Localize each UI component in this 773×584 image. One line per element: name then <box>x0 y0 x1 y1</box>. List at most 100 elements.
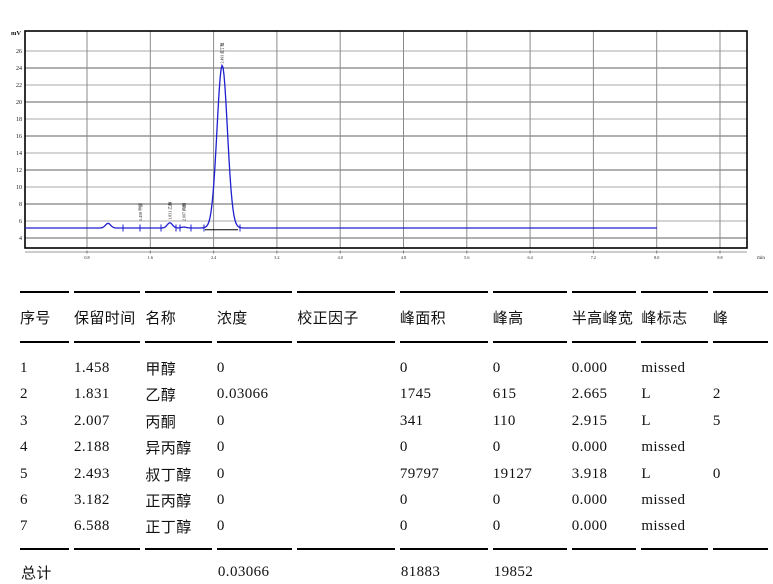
table-cell: 3.918 <box>572 461 637 487</box>
grid-lines: 262422201816141210864 <box>16 31 747 248</box>
table-cell: 异丙醇 <box>145 434 212 460</box>
table-cell: 1 <box>20 343 69 382</box>
total-cell: 总计 <box>20 548 69 584</box>
table-cell: 7 <box>20 514 69 549</box>
column-header: 保留时间 <box>74 291 140 343</box>
table-cell: 0 <box>493 343 567 382</box>
table-row: 11.458甲醇0000.000missed <box>20 343 768 382</box>
y-axis-unit-label: mV <box>11 30 21 37</box>
table-cell: 正丙醇 <box>145 487 212 513</box>
table-cell: 0 <box>400 343 488 382</box>
x-tick-label: 4.0 <box>338 255 343 260</box>
table-cell <box>297 382 395 408</box>
total-cell: 19852 <box>493 548 567 584</box>
table-cell: L <box>641 408 708 434</box>
table-row: 76.588正丁醇0000.000missed <box>20 514 768 549</box>
table-cell: 5 <box>20 461 69 487</box>
column-header: 名称 <box>145 291 212 343</box>
table-cell: 0.000 <box>572 514 637 549</box>
x-tick-label: 4.8 <box>401 255 406 260</box>
table-cell: 0.000 <box>572 343 637 382</box>
table-cell <box>713 487 768 513</box>
table-cell: 0 <box>217 408 292 434</box>
table-cell: 0 <box>217 343 292 382</box>
table-row: 32.007丙酮03411102.915L5 <box>20 408 768 434</box>
peak-rt-label: 2.493 叔丁醇 <box>220 42 225 63</box>
table-header-row: 序号保留时间名称浓度校正因子峰面积峰高半高峰宽峰标志峰 <box>20 291 768 343</box>
column-header: 峰高 <box>493 291 567 343</box>
table-row: 21.831乙醇0.0306617456152.665L2 <box>20 382 768 408</box>
table-cell <box>297 434 395 460</box>
total-cell <box>74 548 140 584</box>
table-cell: 2.915 <box>572 408 637 434</box>
table-cell: 19127 <box>493 461 567 487</box>
table-cell: 丙酮 <box>145 408 212 434</box>
x-axis-unit-label: min <box>757 256 765 261</box>
y-tick-label: 20 <box>16 100 22 106</box>
x-tick-label: 2.4 <box>211 255 217 260</box>
column-header: 半高峰宽 <box>572 291 637 343</box>
table-cell: 2.188 <box>74 434 140 460</box>
peak-rt-label: 2.007 丙酮 <box>181 203 186 221</box>
table-cell: 2.007 <box>74 408 140 434</box>
y-tick-label: 16 <box>16 134 22 140</box>
table-total-row: 总计0.030668188319852 <box>20 548 768 584</box>
table-cell: 0 <box>713 461 768 487</box>
table-cell: 2 <box>20 382 69 408</box>
table-cell: 79797 <box>400 461 488 487</box>
table-cell: missed <box>641 514 708 549</box>
table-cell: missed <box>641 434 708 460</box>
y-tick-label: 24 <box>16 66 22 72</box>
table-cell <box>297 461 395 487</box>
table-cell: 0 <box>493 487 567 513</box>
report-page: { "chart_data": { "type": "line", "y_axi… <box>0 0 773 556</box>
table-cell <box>713 514 768 549</box>
x-tick-label: 8.0 <box>654 255 659 260</box>
table-cell: missed <box>641 487 708 513</box>
y-tick-label: 10 <box>16 185 22 191</box>
table-cell: 2.493 <box>74 461 140 487</box>
table-cell <box>297 343 395 382</box>
table-cell <box>297 487 395 513</box>
peak-results-table: 序号保留时间名称浓度校正因子峰面积峰高半高峰宽峰标志峰 11.458甲醇0000… <box>15 291 773 584</box>
total-cell <box>713 548 768 584</box>
column-header: 峰标志 <box>641 291 708 343</box>
table-cell: 甲醇 <box>145 343 212 382</box>
column-header: 序号 <box>20 291 69 343</box>
chromatogram-panel: 262422201816141210864 0.81.62.43.24.04.8… <box>0 0 773 272</box>
column-header: 峰 <box>713 291 768 343</box>
total-cell: 0.03066 <box>217 548 292 584</box>
plot-border <box>25 31 747 248</box>
table-cell: 2.665 <box>572 382 637 408</box>
peak-rt-label: 1.831 乙醇 <box>166 202 172 220</box>
y-tick-label: 14 <box>16 151 22 157</box>
total-cell <box>641 548 708 584</box>
table-cell: 110 <box>493 408 567 434</box>
table-cell: 0 <box>493 434 567 460</box>
table-cell: 0 <box>400 514 488 549</box>
table-cell: 1745 <box>400 382 488 408</box>
table-row: 63.182正丙醇0000.000missed <box>20 487 768 513</box>
table-cell: 4 <box>20 434 69 460</box>
x-tick-label: 1.6 <box>148 255 153 260</box>
total-cell <box>572 548 637 584</box>
table-cell: 0 <box>217 434 292 460</box>
table-cell <box>713 434 768 460</box>
chromatogram-plot: 262422201816141210864 0.81.62.43.24.04.8… <box>0 0 773 272</box>
x-tick-label: 7.2 <box>591 255 596 260</box>
column-header: 浓度 <box>217 291 292 343</box>
table-cell: 0.000 <box>572 434 637 460</box>
column-header: 校正因子 <box>297 291 395 343</box>
table-cell: 615 <box>493 382 567 408</box>
axis-ticks: 0.81.62.43.24.04.85.66.47.28.08.8 <box>25 251 747 260</box>
table-row: 52.493叔丁醇079797191273.918L0 <box>20 461 768 487</box>
table-cell: 正丁醇 <box>145 514 212 549</box>
x-tick-label: 8.8 <box>717 255 722 260</box>
table-cell: 0 <box>217 514 292 549</box>
table-cell <box>713 343 768 382</box>
table-cell: 5 <box>713 408 768 434</box>
table-cell: 0 <box>400 487 488 513</box>
table-cell: 0 <box>400 434 488 460</box>
y-tick-label: 26 <box>16 49 22 55</box>
table-cell: 叔丁醇 <box>145 461 212 487</box>
